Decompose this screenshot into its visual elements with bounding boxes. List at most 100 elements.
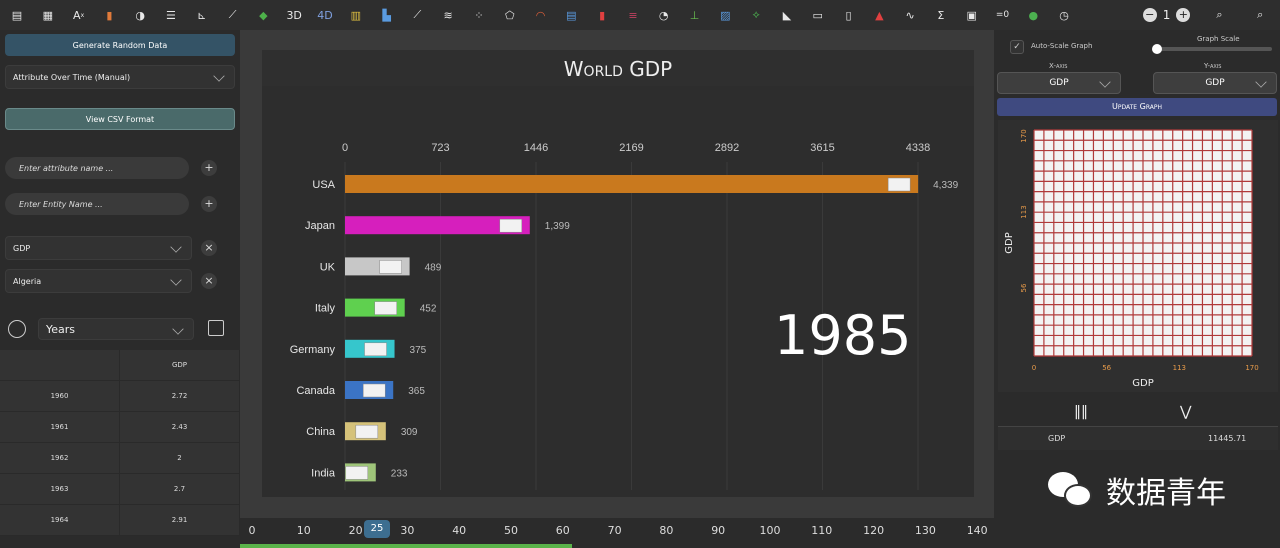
timeline[interactable]: 0 10 20 30 40 50 60 70 80 90 100 110 120 130 140 25 — [240, 518, 994, 548]
image-icon[interactable]: ▣ — [961, 4, 983, 26]
bar-mode-icon[interactable]: ‖‖ — [1074, 404, 1088, 420]
remove-entity-button[interactable]: × — [201, 273, 217, 289]
table-cell[interactable]: 1963 — [0, 474, 120, 504]
bar-race-icon[interactable]: ▙ — [376, 4, 398, 26]
list-chart-icon[interactable]: ☰ — [160, 4, 182, 26]
table-cell[interactable]: 2.91 — [120, 505, 240, 535]
line-chart-icon[interactable]: ⟋ — [222, 4, 244, 26]
attribute-name-input[interactable]: Enter attribute name ... — [5, 157, 189, 179]
time-icon[interactable] — [8, 320, 26, 338]
remove-attribute-button[interactable]: × — [201, 240, 217, 256]
y-axis-select[interactable]: GDP — [1153, 72, 1277, 94]
table-cell[interactable]: 2.72 — [120, 381, 240, 411]
table-row[interactable]: 1960 2.72 — [0, 381, 240, 412]
bar-chart-icon[interactable]: ▮ — [98, 4, 120, 26]
wave-icon[interactable]: ∿ — [899, 4, 921, 26]
gauge-icon[interactable]: ◠ — [530, 4, 552, 26]
pyramid-icon[interactable]: ≡ — [622, 4, 644, 26]
timeline-tick: 30 — [400, 524, 415, 537]
text-table-icon[interactable]: ▭ — [807, 4, 829, 26]
chevron-down-icon — [1099, 76, 1111, 88]
table-icon[interactable]: ▦ — [37, 4, 59, 26]
bar-multi-icon[interactable]: ▥ — [345, 4, 367, 26]
table-cell[interactable]: 1964 — [0, 505, 120, 535]
chevron-down-icon — [1255, 76, 1267, 88]
table-cell[interactable]: 2.7 — [120, 474, 240, 504]
pie-chart-icon[interactable]: ◑ — [129, 4, 151, 26]
grid-x-axis-label: GDP — [1132, 378, 1153, 389]
table-row[interactable]: 1963 2.7 — [0, 474, 240, 505]
horizontal-bar-icon[interactable]: ▤ — [560, 4, 582, 26]
timeline-tick: 60 — [555, 524, 570, 537]
donut-icon[interactable]: ◔ — [653, 4, 675, 26]
table-cell[interactable]: 1962 — [0, 443, 120, 473]
line-mode-icon[interactable]: ⋁ — [1180, 404, 1191, 420]
category-label: USA — [312, 179, 335, 191]
generate-random-data-button[interactable]: Generate Random Data — [5, 34, 235, 56]
zoom-out-button[interactable]: − — [1142, 8, 1157, 22]
table-cell[interactable]: 2 — [120, 443, 240, 473]
document-icon[interactable]: ▯ — [838, 4, 860, 26]
pentagon-icon[interactable]: ⬠ — [499, 4, 521, 26]
tree-icon[interactable]: ⟡ — [745, 4, 767, 26]
table-row[interactable]: 1961 2.43 — [0, 412, 240, 443]
entity-select[interactable]: Algeria — [5, 269, 192, 293]
fx-zero-icon[interactable]: =0 — [992, 4, 1014, 26]
chevron-down-icon — [170, 241, 182, 253]
stack-icon[interactable]: ≋ — [437, 4, 459, 26]
4d-icon[interactable]: 4D — [314, 4, 336, 26]
new-file-icon[interactable]: ▤ — [6, 4, 28, 26]
value-label: 365 — [408, 386, 425, 397]
update-graph-button[interactable]: Update Graph — [997, 98, 1277, 116]
table-cell[interactable]: 1961 — [0, 412, 120, 442]
mode-select[interactable]: Attribute Over Time (Manual) — [5, 65, 235, 89]
heatmap-icon[interactable]: ▨ — [714, 4, 736, 26]
candle-icon[interactable]: ▮ — [591, 4, 613, 26]
warning-icon[interactable]: ▲ — [868, 4, 890, 26]
x-tick-label: 723 — [431, 142, 449, 154]
add-attribute-button[interactable]: + — [201, 160, 217, 176]
entity-select-value: Algeria — [13, 276, 42, 286]
sigma-icon[interactable]: Σ — [930, 4, 952, 26]
time-unit-select[interactable]: Years — [38, 318, 194, 340]
formula-icon[interactable]: Ax — [68, 4, 90, 26]
3d-icon[interactable]: 3D — [283, 4, 305, 26]
grid-y-axis-label: GDP — [1004, 232, 1015, 253]
error-bar-icon[interactable]: ⊥ — [684, 4, 706, 26]
entity-name-input[interactable]: Enter Entity Name ... — [5, 193, 189, 215]
table-cell[interactable]: 1960 — [0, 381, 120, 411]
value-label: 375 — [410, 345, 427, 356]
add-entity-button[interactable]: + — [201, 196, 217, 212]
trend-icon[interactable]: ⟋ — [406, 4, 428, 26]
search-icon[interactable]: ⌕ — [1249, 4, 1271, 26]
clock-icon[interactable]: ◷ — [1053, 4, 1075, 26]
magnify-icon[interactable]: ⌕ — [1208, 4, 1230, 26]
x-tick-label: 1446 — [524, 142, 548, 154]
value-label: 4,339 — [933, 180, 958, 191]
table-row[interactable]: 1964 2.91 — [0, 505, 240, 536]
flag-icon — [345, 466, 369, 480]
africa-map-icon[interactable]: ◣ — [776, 4, 798, 26]
timeline-knob[interactable]: 25 — [364, 520, 390, 538]
bubble-icon[interactable]: ⁘ — [468, 4, 490, 26]
category-label: Germany — [290, 344, 336, 356]
x-axis-select[interactable]: GDP — [997, 72, 1121, 94]
zoom-in-button[interactable]: + — [1176, 8, 1191, 22]
color-map-icon[interactable]: ◆ — [252, 4, 274, 26]
green-circle-icon[interactable]: ● — [1022, 4, 1044, 26]
graph-scale-slider[interactable] — [1154, 47, 1272, 51]
x-tick-label: 2892 — [715, 142, 739, 154]
calendar-icon[interactable] — [208, 320, 224, 336]
table-cell[interactable]: 2.43 — [120, 412, 240, 442]
table-row[interactable]: 1962 2 — [0, 443, 240, 474]
bar[interactable] — [345, 175, 919, 193]
watermark-text: 数据青年 — [1106, 476, 1226, 511]
timeline-tick: 130 — [914, 524, 936, 537]
grid-y-tick: 56 — [1020, 283, 1028, 292]
graph-scale-handle[interactable] — [1152, 44, 1162, 54]
view-csv-button[interactable]: View CSV Format — [5, 108, 235, 130]
axis-icon[interactable]: ⊾ — [191, 4, 213, 26]
attribute-select[interactable]: GDP — [5, 236, 192, 260]
stat-name: GDP — [1048, 434, 1066, 443]
autoscale-checkbox[interactable]: ✓ — [1010, 40, 1024, 54]
